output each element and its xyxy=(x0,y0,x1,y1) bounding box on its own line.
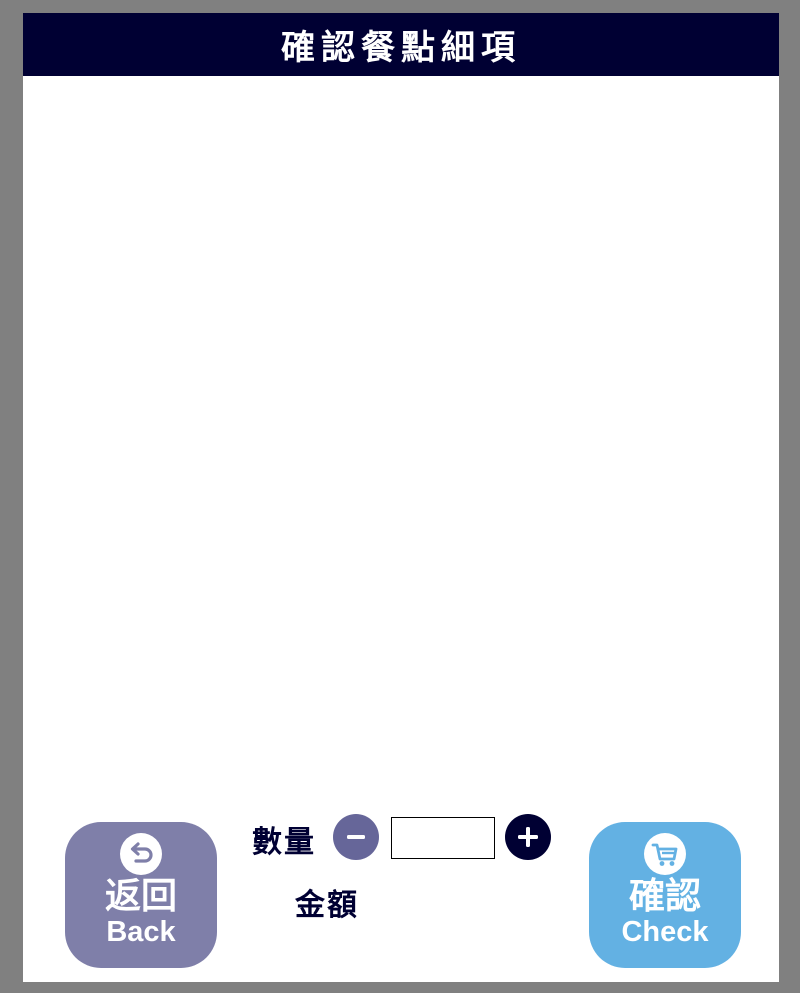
item-detail-area xyxy=(23,76,779,796)
confirm-button-label-en: Check xyxy=(621,916,709,948)
increase-quantity-button[interactable] xyxy=(505,814,551,860)
quantity-input[interactable] xyxy=(391,817,495,859)
shopping-cart-icon xyxy=(643,832,687,876)
decrease-quantity-button[interactable] xyxy=(333,814,379,860)
back-button-label-en: Back xyxy=(106,916,176,948)
minus-icon xyxy=(347,835,365,839)
quantity-label: 數量 xyxy=(252,825,316,860)
order-detail-panel: 確認餐點細項 返回 Back 數量 金額 確認 Check xyxy=(23,13,779,982)
return-arrow-icon xyxy=(119,832,163,876)
plus-icon xyxy=(518,827,538,847)
back-button[interactable]: 返回 Back xyxy=(65,822,217,968)
page-title: 確認餐點細項 xyxy=(23,13,779,76)
confirm-button[interactable]: 確認 Check xyxy=(589,822,741,968)
back-button-label: 返回 xyxy=(104,876,177,917)
amount-label: 金額 xyxy=(295,888,359,923)
confirm-button-label: 確認 xyxy=(628,876,701,917)
